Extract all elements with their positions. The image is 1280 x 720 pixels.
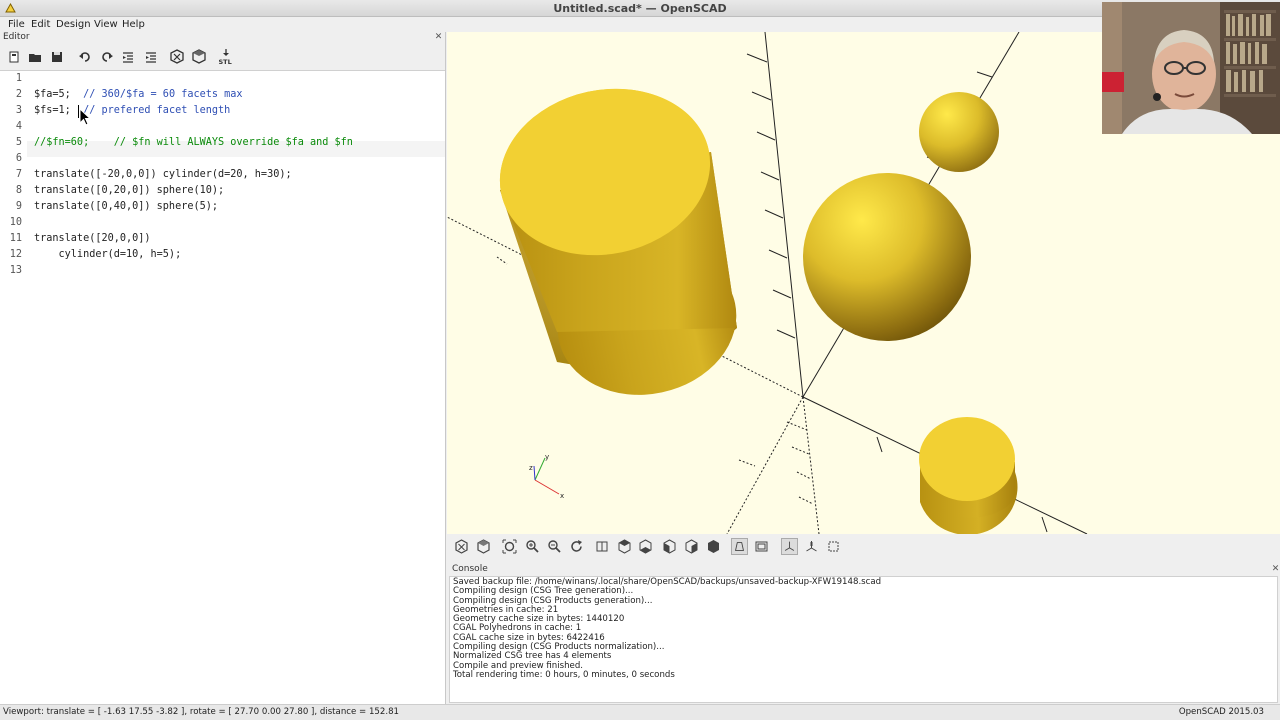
large-cylinder <box>499 88 737 395</box>
view-left-icon[interactable] <box>661 538 678 555</box>
render-icon[interactable] <box>190 48 208 66</box>
code-line: $fs=1; // prefered facet length <box>34 105 231 116</box>
code-line: translate([20,0,0]) <box>34 233 151 244</box>
console-line: Total rendering time: 0 hours, 0 minutes… <box>453 669 675 680</box>
unindent-icon[interactable] <box>119 48 137 66</box>
line-number: 3 <box>15 105 22 116</box>
console-output[interactable]: Saved backup file: /home/winans/.local/s… <box>449 576 1278 703</box>
line-number: 13 <box>9 265 22 276</box>
line-number: 7 <box>15 169 22 180</box>
line-number: 12 <box>9 249 22 260</box>
undo-icon[interactable] <box>76 48 94 66</box>
webcam-overlay <box>1102 2 1280 134</box>
save-file-icon[interactable] <box>48 48 66 66</box>
preview-icon[interactable] <box>168 48 186 66</box>
view-bottom-icon[interactable] <box>637 538 654 555</box>
line-number: 2 <box>15 89 22 100</box>
code-editor[interactable]: 1 2 3 4 5 6 7 8 9 10 11 12 13 $fa=5; // … <box>0 70 445 705</box>
redo-icon[interactable] <box>98 48 116 66</box>
new-file-icon[interactable] <box>5 48 23 66</box>
line-number: 10 <box>9 217 22 228</box>
window-title: Untitled.scad* — OpenSCAD <box>553 2 727 15</box>
open-file-icon[interactable] <box>26 48 44 66</box>
editor-dock-title: Editor <box>3 32 30 42</box>
perspective-icon[interactable] <box>731 538 748 555</box>
view-toolbar <box>447 534 1280 560</box>
show-axes-icon[interactable] <box>781 538 798 555</box>
editor-toolbar: STL <box>0 44 446 70</box>
status-bar: Viewport: translate = [ -1.63 17.55 -3.8… <box>0 704 1280 720</box>
orthogonal-icon[interactable] <box>753 538 770 555</box>
line-number: 1 <box>15 73 22 84</box>
menu-design[interactable]: Design <box>56 17 91 32</box>
indent-icon[interactable] <box>142 48 160 66</box>
menu-help[interactable]: Help <box>122 17 145 32</box>
code-line: cylinder(d=10, h=5); <box>34 249 182 260</box>
line-number: 11 <box>9 233 22 244</box>
line-number: 6 <box>15 153 22 164</box>
stl-label: STL <box>219 58 232 66</box>
large-sphere <box>803 173 971 341</box>
line-number: 9 <box>15 201 22 212</box>
menu-edit[interactable]: Edit <box>31 17 50 32</box>
line-number: 5 <box>15 137 22 148</box>
console-close-icon[interactable]: ✕ <box>1271 565 1280 574</box>
zoom-out-icon[interactable] <box>546 538 563 555</box>
line-number: 4 <box>15 121 22 132</box>
window-titlebar: Untitled.scad* — OpenSCAD <box>0 0 1280 17</box>
view-all-icon[interactable] <box>501 538 518 555</box>
axis-gizmo: x y z <box>529 453 564 500</box>
axis-label-y: y <box>545 453 549 461</box>
show-edges-icon[interactable] <box>825 538 842 555</box>
console-dock: Console ✕ Saved backup file: /home/winan… <box>447 562 1280 704</box>
console-dock-title: Console <box>452 564 488 574</box>
view-right-icon[interactable] <box>594 538 611 555</box>
viewport-status: Viewport: translate = [ -1.63 17.55 -3.8… <box>3 707 400 717</box>
line-number: 8 <box>15 185 22 196</box>
console-line: Compiling design (CSG Products generatio… <box>453 595 653 606</box>
version-label: OpenSCAD 2015.03 <box>1178 707 1264 717</box>
menu-view[interactable]: View <box>94 17 118 32</box>
menu-file[interactable]: File <box>8 17 25 32</box>
preview-icon[interactable] <box>453 538 470 555</box>
reset-view-icon[interactable] <box>568 538 585 555</box>
openscad-app-icon <box>5 2 16 13</box>
code-line: translate([0,20,0]) sphere(10); <box>34 185 225 196</box>
code-line: translate([-20,0,0]) cylinder(d=20, h=30… <box>34 169 292 180</box>
show-scale-icon[interactable] <box>803 538 820 555</box>
mouse-pointer-icon <box>79 108 91 126</box>
small-sphere <box>919 92 999 172</box>
axis-label-x: x <box>560 492 564 500</box>
export-stl-icon[interactable]: STL <box>217 48 235 66</box>
line-number-gutter: 1 2 3 4 5 6 7 8 9 10 11 12 13 <box>0 71 27 705</box>
editor-dock: Editor ✕ STL 1 2 3 4 5 6 7 8 9 10 11 12 … <box>0 32 446 705</box>
small-cylinder <box>919 417 1018 534</box>
code-line: translate([0,40,0]) sphere(5); <box>34 201 219 212</box>
menu-bar: File Edit Design View Help <box>0 17 1280 32</box>
render-icon[interactable] <box>475 538 492 555</box>
editor-close-icon[interactable]: ✕ <box>434 33 443 42</box>
axis-label-z: z <box>529 464 533 472</box>
code-line: //$fn=60; // $fn will ALWAYS override $f… <box>34 137 353 148</box>
zoom-in-icon[interactable] <box>524 538 541 555</box>
code-line: $fa=5; // 360/$fa = 60 facets max <box>34 89 243 100</box>
view-front-icon[interactable] <box>683 538 700 555</box>
view-back-icon[interactable] <box>705 538 722 555</box>
view-top-icon[interactable] <box>616 538 633 555</box>
